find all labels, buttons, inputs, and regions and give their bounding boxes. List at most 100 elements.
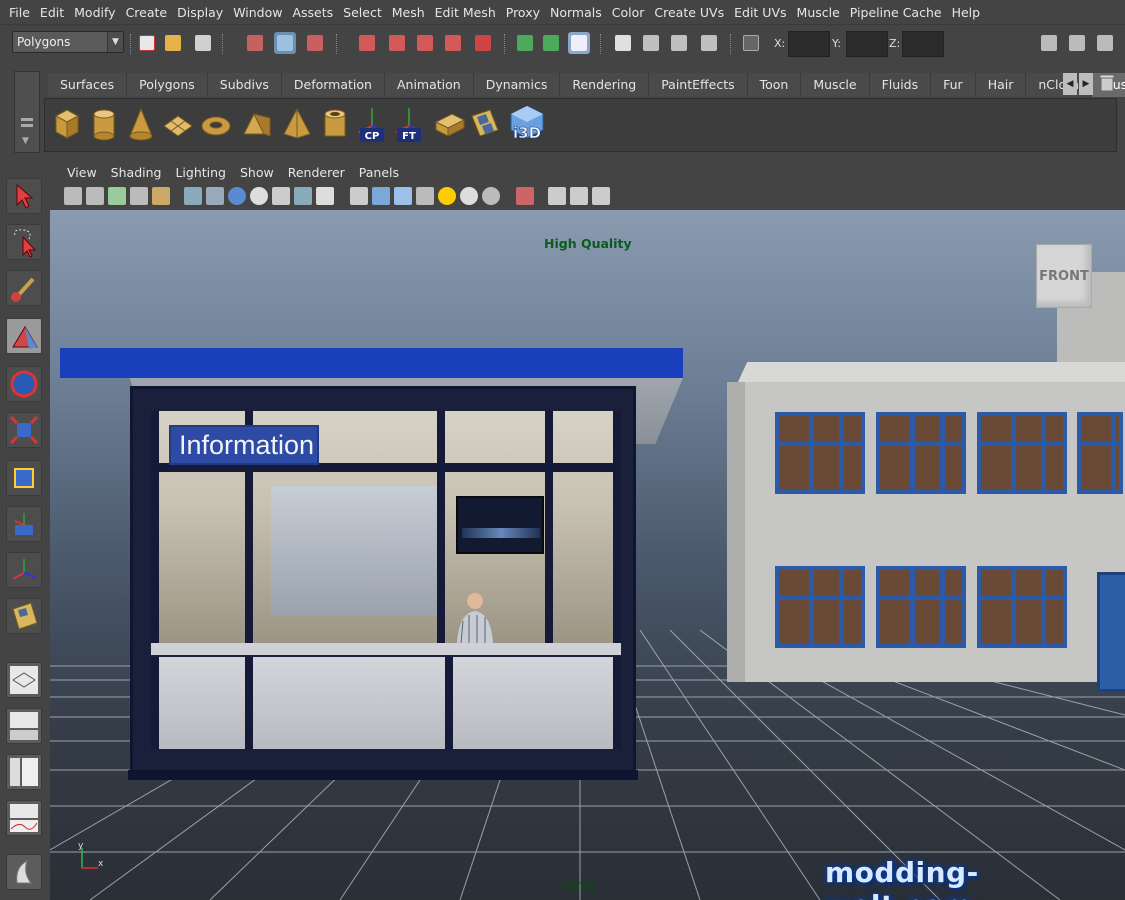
snap-to-curve-icon[interactable]: [386, 32, 408, 54]
film-gate-icon[interactable]: [206, 187, 224, 205]
shadows-icon[interactable]: [460, 187, 478, 205]
panel-menu-show[interactable]: Show: [233, 165, 281, 180]
textured-icon[interactable]: [416, 187, 434, 205]
two-d-pan-zoom-icon[interactable]: [152, 187, 170, 205]
make-live-icon[interactable]: [472, 32, 494, 54]
pipe-icon[interactable]: [318, 104, 352, 144]
paint-select-tool-icon[interactable]: [6, 270, 42, 306]
chevron-right-icon[interactable]: ▶: [1079, 73, 1093, 95]
lasso-tool-icon[interactable]: [6, 224, 42, 260]
select-camera-icon[interactable]: [64, 187, 82, 205]
isolate-select-icon[interactable]: [516, 187, 534, 205]
scale-tool-icon[interactable]: [6, 412, 42, 448]
select-tool-icon[interactable]: [6, 178, 42, 214]
tab-dynamics[interactable]: Dynamics: [473, 73, 561, 97]
graph-editor-layout-icon[interactable]: [6, 800, 42, 836]
menu-create[interactable]: Create: [121, 5, 173, 20]
panel-menu-view[interactable]: View: [60, 165, 104, 180]
cylinder-icon[interactable]: [87, 104, 121, 144]
chevron-down-icon[interactable]: ▼: [107, 32, 123, 52]
safe-title-icon[interactable]: [316, 187, 334, 205]
perspective-outliner-layout-icon[interactable]: [6, 708, 42, 744]
center-pivot-icon[interactable]: CP: [355, 104, 389, 144]
panel-menu-panels[interactable]: Panels: [352, 165, 406, 180]
menu-edit-uvs[interactable]: Edit UVs: [729, 5, 791, 20]
snap-to-view-plane-icon[interactable]: [442, 32, 464, 54]
panel-menu-lighting[interactable]: Lighting: [168, 165, 233, 180]
construction-history-icon[interactable]: [568, 32, 590, 54]
uv-editor-icon[interactable]: [432, 104, 466, 144]
gate-mask-icon[interactable]: [250, 187, 268, 205]
select-by-hierarchy-icon[interactable]: [244, 32, 266, 54]
z-coord-field[interactable]: [902, 31, 944, 57]
single-perspective-layout-icon[interactable]: [6, 662, 42, 698]
tab-fluids[interactable]: Fluids: [869, 73, 932, 97]
cone-icon[interactable]: [124, 104, 158, 144]
soft-modification-icon[interactable]: [6, 506, 42, 542]
menu-modify[interactable]: Modify: [69, 5, 120, 20]
grid-toggle-icon[interactable]: [184, 187, 202, 205]
image-plane-icon[interactable]: [130, 187, 148, 205]
shelf-menu-handle[interactable]: ▼: [14, 71, 40, 153]
render-settings-icon[interactable]: [698, 32, 720, 54]
open-scene-icon[interactable]: [162, 32, 184, 54]
torus-icon[interactable]: [199, 104, 233, 144]
wireframe-on-shaded-icon[interactable]: [394, 187, 412, 205]
field-chart-icon[interactable]: [272, 187, 290, 205]
smooth-shade-icon[interactable]: [372, 187, 390, 205]
menu-set-dropdown[interactable]: Polygons ▼: [12, 31, 124, 53]
select-by-object-icon[interactable]: [274, 32, 296, 54]
menu-color[interactable]: Color: [607, 5, 650, 20]
tab-toon[interactable]: Toon: [747, 73, 802, 97]
high-quality-icon[interactable]: [482, 187, 500, 205]
menu-normals[interactable]: Normals: [545, 5, 607, 20]
panel-menu-shading[interactable]: Shading: [104, 165, 169, 180]
render-current-frame-icon[interactable]: [640, 32, 662, 54]
menu-select[interactable]: Select: [338, 5, 387, 20]
pyramid-icon[interactable]: [280, 104, 314, 144]
uv-layout-icon[interactable]: [468, 104, 502, 144]
menu-pipeline-cache[interactable]: Pipeline Cache: [845, 5, 947, 20]
hypershade-layout-icon[interactable]: [6, 854, 42, 890]
tab-fur[interactable]: Fur: [931, 73, 976, 97]
outliner-layout-icon[interactable]: [6, 754, 42, 790]
menu-mesh[interactable]: Mesh: [387, 5, 430, 20]
menu-help[interactable]: Help: [947, 5, 986, 20]
select-by-component-icon[interactable]: [304, 32, 326, 54]
universal-manipulator-icon[interactable]: [6, 460, 42, 496]
freeze-transform-icon[interactable]: FT: [392, 104, 426, 144]
perspective-viewport[interactable]: High Quality FRONT Information y x persp…: [50, 210, 1125, 900]
trash-icon[interactable]: [1100, 74, 1114, 92]
xray-components-icon[interactable]: [592, 187, 610, 205]
tool-settings-icon[interactable]: [1094, 32, 1116, 54]
menu-proxy[interactable]: Proxy: [501, 5, 545, 20]
last-tool-icon[interactable]: [6, 598, 42, 634]
rotate-tool-icon[interactable]: [6, 366, 42, 402]
channel-box-icon[interactable]: [1066, 32, 1088, 54]
x-coord-field[interactable]: [788, 31, 830, 57]
safe-action-icon[interactable]: [294, 187, 312, 205]
menu-window[interactable]: Window: [228, 5, 287, 20]
ipr-render-icon[interactable]: [668, 32, 690, 54]
menu-edit[interactable]: Edit: [35, 5, 69, 20]
menu-assets[interactable]: Assets: [287, 5, 338, 20]
tab-animation[interactable]: Animation: [384, 73, 474, 97]
i3d-exporter-icon[interactable]: i3D: [507, 104, 547, 144]
tab-deformation[interactable]: Deformation: [281, 73, 385, 97]
snap-to-grid-icon[interactable]: [356, 32, 378, 54]
menu-display[interactable]: Display: [172, 5, 228, 20]
menu-muscle[interactable]: Muscle: [792, 5, 845, 20]
panel-menu-renderer[interactable]: Renderer: [281, 165, 352, 180]
chevron-left-icon[interactable]: ◀: [1063, 73, 1077, 95]
y-coord-field[interactable]: [846, 31, 888, 57]
menu-create-uvs[interactable]: Create UVs: [649, 5, 729, 20]
render-view-icon[interactable]: [612, 32, 634, 54]
move-tool-icon[interactable]: [6, 318, 42, 354]
input-field-mode-icon[interactable]: [740, 32, 770, 54]
menu-file[interactable]: File: [4, 5, 35, 20]
xray-icon[interactable]: [548, 187, 566, 205]
xray-joints-icon[interactable]: [570, 187, 588, 205]
plane-icon[interactable]: [161, 104, 195, 144]
tab-rendering[interactable]: Rendering: [560, 73, 650, 97]
bookmarks-icon[interactable]: [108, 187, 126, 205]
